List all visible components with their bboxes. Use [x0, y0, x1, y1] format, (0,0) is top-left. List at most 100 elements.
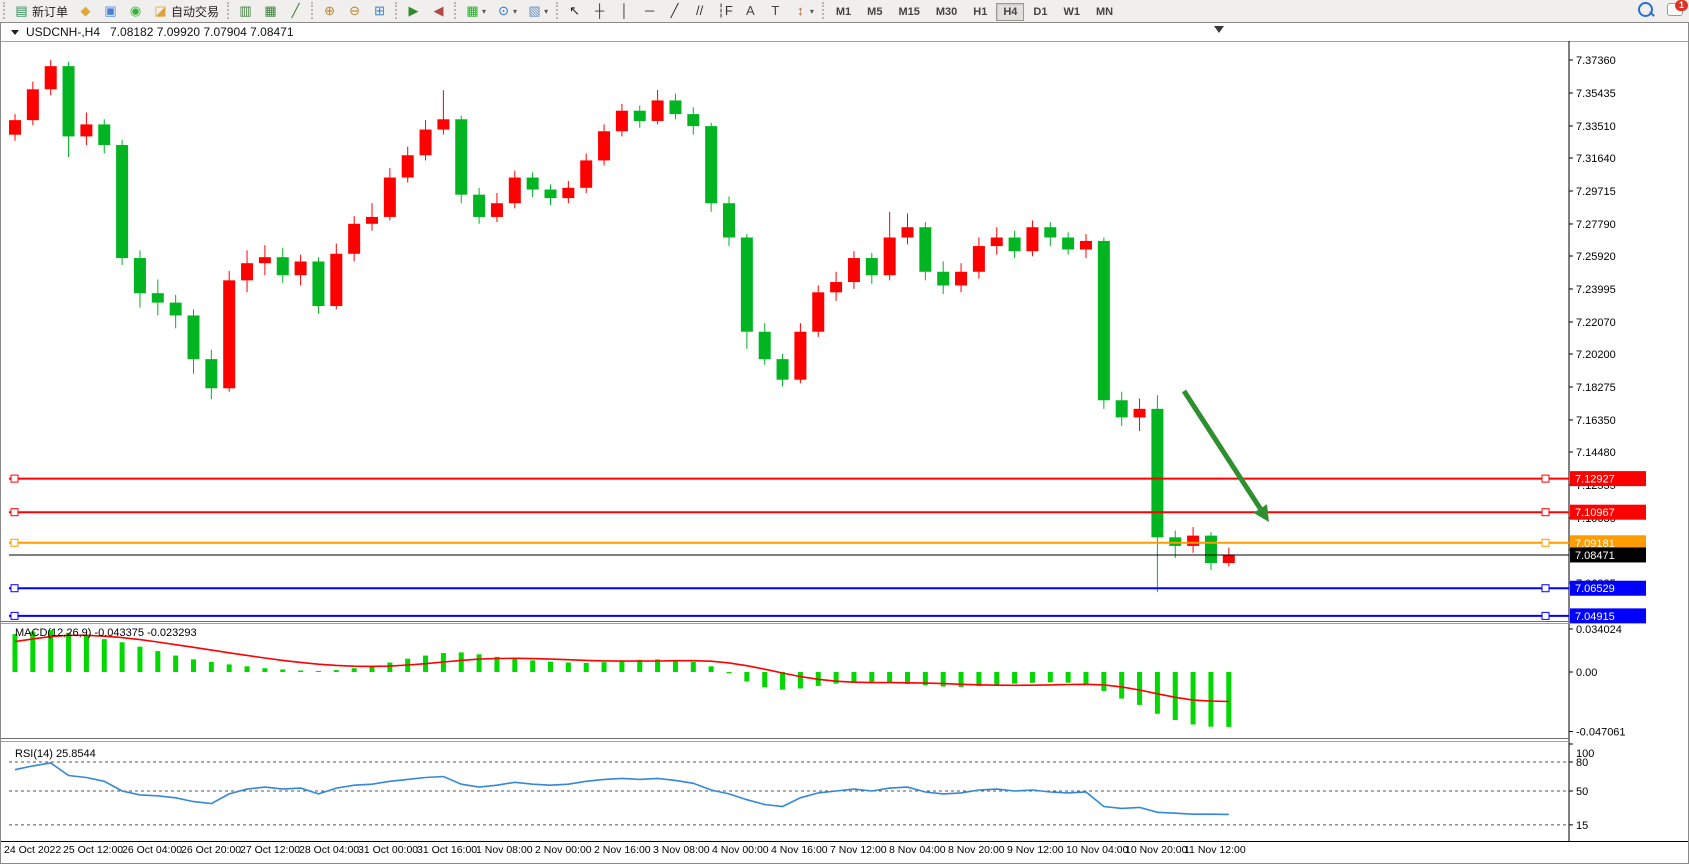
chart-shift-marker-icon[interactable] [1214, 26, 1224, 33]
notifications-icon[interactable]: 1 [1667, 3, 1683, 16]
toolbar-grip [556, 2, 558, 19]
horizontal-line-button[interactable]: ─ [638, 0, 661, 22]
line-handle[interactable] [1542, 509, 1549, 516]
zoom-out-button[interactable]: ⊖ [343, 0, 366, 22]
candle-body [545, 190, 557, 199]
dropdown-caret-icon[interactable]: ▾ [482, 7, 486, 16]
timeframe-m15-button[interactable]: M15 [891, 3, 926, 21]
tile-windows-button[interactable]: ⊞ [368, 0, 391, 22]
arrows-button[interactable]: ↕▾ [789, 0, 818, 22]
line-handle[interactable] [1542, 585, 1549, 592]
macd-bar [762, 672, 767, 687]
search-icon[interactable] [1638, 2, 1653, 17]
line-handle[interactable] [11, 539, 18, 546]
dropdown-caret-icon[interactable]: ▾ [544, 7, 548, 16]
chart-symbol-period: USDCNH-,H4 [26, 25, 100, 39]
auto-scroll-button[interactable]: ▶ [402, 0, 425, 22]
text-label-button[interactable]: T [764, 0, 787, 22]
macd-bar [13, 634, 18, 672]
candle-body [705, 126, 717, 203]
line-handle[interactable] [1542, 539, 1549, 546]
date-label: 10 Nov 04:00 [1066, 844, 1129, 856]
line-handle[interactable] [1542, 475, 1549, 482]
candle-body [580, 160, 592, 187]
macd-bar [1226, 672, 1231, 727]
autotrade-button[interactable]: ◪自动交易 [149, 0, 223, 22]
macd-bar [780, 672, 785, 690]
hline-7.12927[interactable] [9, 475, 1569, 482]
candle-body [759, 332, 771, 359]
crosshair-button[interactable]: ┼ [588, 0, 611, 22]
trend-arrow-annotation[interactable] [1184, 391, 1269, 522]
hline-7.06529[interactable] [9, 585, 1569, 592]
candlestick-chart-button[interactable]: ▦ [259, 0, 282, 22]
gold-button[interactable]: ◆ [74, 0, 97, 22]
chart-shift-button[interactable]: ◀ [427, 0, 450, 22]
vertical-line-icon: │ [617, 1, 632, 21]
toolbar-grip [822, 2, 824, 19]
channel-button[interactable]: // [688, 0, 711, 22]
timeframe-d1-button[interactable]: D1 [1026, 3, 1054, 21]
autotrade-icon: ◪ [153, 1, 168, 21]
candle-body [277, 257, 289, 275]
new-order-button[interactable]: ▤新订单 [10, 0, 72, 22]
trend-arrow-shaft[interactable] [1184, 391, 1260, 509]
candle-body [991, 237, 1003, 246]
macd-bar [691, 662, 696, 672]
hline-7.09181[interactable] [9, 539, 1569, 546]
cursor-button[interactable]: ↖ [563, 0, 586, 22]
date-label: 8 Nov 04:00 [889, 844, 946, 856]
candle-body [384, 178, 396, 217]
macd-bar [1030, 672, 1035, 683]
candle-body [1151, 409, 1163, 537]
timeframe-h1-button[interactable]: H1 [966, 3, 994, 21]
line-handle[interactable] [1542, 612, 1549, 619]
price-tick-label: 7.23995 [1576, 284, 1616, 296]
hline-7.04915[interactable] [9, 612, 1569, 619]
periods-button[interactable]: ⊙▾ [492, 0, 521, 22]
zoom-in-button[interactable]: ⊕ [318, 0, 341, 22]
templates-button[interactable]: ▧▾ [523, 0, 552, 22]
timeframe-m5-button[interactable]: M5 [860, 3, 889, 21]
macd-bar [673, 660, 678, 672]
dropdown-caret-icon[interactable]: ▾ [810, 7, 814, 16]
macd-bar [262, 668, 267, 672]
timeframe-h4-button[interactable]: H4 [996, 3, 1024, 21]
line-handle[interactable] [11, 475, 18, 482]
timeframe-m30-button[interactable]: M30 [929, 3, 964, 21]
price-badge-label: 7.06529 [1575, 583, 1615, 595]
candle-body [794, 332, 806, 380]
chart-area[interactable]: 7.373607.354357.335107.316407.297157.277… [1, 41, 1688, 863]
macd-bar [84, 636, 89, 672]
price-badge-label: 7.04915 [1575, 611, 1615, 623]
line-handle[interactable] [11, 612, 18, 619]
timeframe-mn-button[interactable]: MN [1089, 3, 1120, 21]
candle-body [741, 237, 753, 331]
toolbar-grip [3, 2, 5, 19]
new-chart-button[interactable]: ▦▾ [461, 0, 490, 22]
timeframe-w1-button[interactable]: W1 [1056, 3, 1087, 21]
candle-body [223, 280, 235, 388]
macd-bar [280, 669, 285, 672]
signals-button[interactable]: ◉ [124, 0, 147, 22]
hline-7.10967[interactable] [9, 509, 1569, 516]
line-chart-button[interactable]: ╱ [284, 0, 307, 22]
line-handle[interactable] [11, 509, 18, 516]
chart-menu-icon[interactable] [11, 30, 19, 35]
timeframe-m1-button[interactable]: M1 [829, 3, 858, 21]
macd-bar [584, 663, 589, 672]
bar-chart-button[interactable]: ▥ [234, 0, 257, 22]
community-button[interactable]: ▣ [99, 0, 122, 22]
dropdown-caret-icon[interactable]: ▾ [513, 7, 517, 16]
line-handle[interactable] [11, 585, 18, 592]
text-button[interactable]: A [739, 0, 762, 22]
new-chart-icon: ▦ [465, 1, 480, 21]
text-label-icon: T [768, 1, 783, 21]
vertical-line-button[interactable]: │ [613, 0, 636, 22]
chart-canvas[interactable]: 7.373607.354357.335107.316407.297157.277… [1, 41, 1688, 863]
candle-body [937, 272, 949, 286]
fibonacci-button[interactable]: ┆F [713, 0, 737, 22]
candle-body [63, 66, 75, 136]
trendline-button[interactable]: ╱ [663, 0, 686, 22]
tile-windows-icon: ⊞ [372, 1, 387, 21]
